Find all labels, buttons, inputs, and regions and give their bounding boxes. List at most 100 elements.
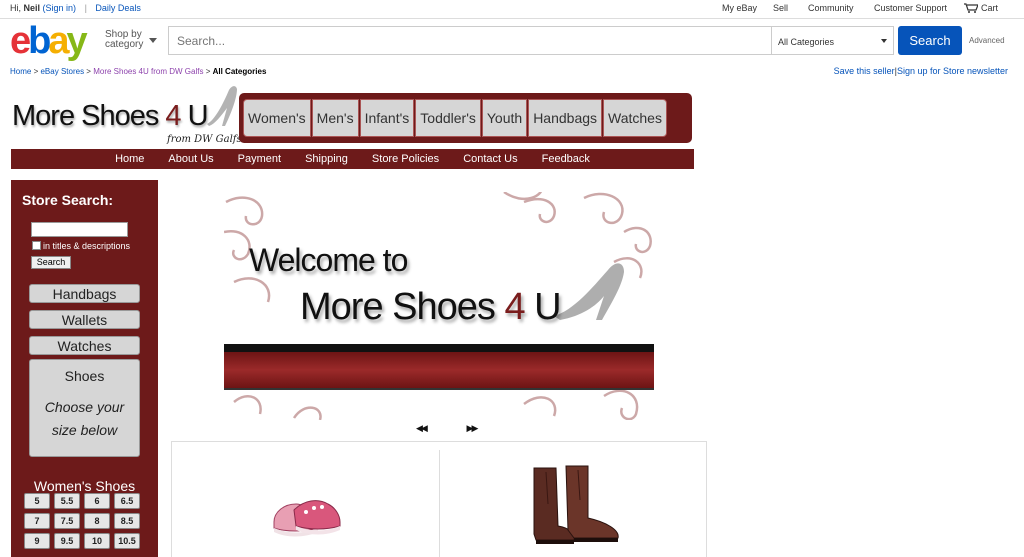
size-button[interactable]: 5.5 [54, 493, 80, 509]
size-button[interactable]: 8 [84, 513, 110, 529]
breadcrumb-store[interactable]: More Shoes 4U from DW Galfs [93, 67, 203, 76]
size-button[interactable]: 6 [84, 493, 110, 509]
titles-descriptions-checkbox[interactable] [32, 241, 41, 250]
titles-descriptions-label: in titles & descriptions [43, 241, 131, 251]
shoes-hint-line1: Choose your [44, 399, 125, 415]
breadcrumb-current: All Categories [212, 67, 267, 76]
cart-label: Cart [981, 3, 999, 13]
shop-by-category-button[interactable]: Shop by category [105, 30, 157, 50]
chevron-down-icon [149, 38, 157, 43]
sidebar-shoes-panel: Shoes Choose your size below [29, 359, 140, 457]
nav-contact-link[interactable]: Contact Us [463, 149, 517, 169]
save-seller-link[interactable]: Save this seller [834, 66, 895, 76]
my-ebay-link[interactable]: My eBay [722, 3, 757, 13]
store-logo[interactable]: More Shoes 4 U [12, 98, 209, 134]
size-button[interactable]: 8.5 [114, 513, 140, 529]
logo-letter-e: e [10, 20, 31, 62]
previous-arrow-icon[interactable]: ◀◀ [416, 423, 428, 433]
search-input[interactable] [169, 27, 771, 54]
nav-payment-link[interactable]: Payment [238, 149, 281, 169]
logo-letter-b: b [28, 20, 51, 62]
size-button[interactable]: 10.5 [114, 533, 140, 549]
newsletter-link[interactable]: Sign up for Store newsletter [897, 66, 1008, 76]
search-button[interactable]: Search [898, 26, 962, 55]
high-heel-icon [207, 86, 237, 126]
store-search-input[interactable] [31, 222, 128, 237]
store-subtitle: from DW Galfs [167, 134, 242, 145]
brown-boots-image[interactable] [526, 464, 626, 544]
sidebar-wallets-button[interactable]: Wallets [29, 310, 140, 329]
nav-feedback-link[interactable]: Feedback [542, 149, 590, 169]
store-sidebar: Store Search: in titles & descriptions S… [11, 180, 158, 557]
store-logo-four: 4 [165, 100, 181, 132]
greeting: Hi, Neil (Sign in) | Daily Deals [10, 3, 141, 13]
welcome-u: U [524, 286, 561, 328]
welcome-line2: More Shoes 4 U [300, 286, 562, 329]
breadcrumb-sep: > [205, 67, 211, 76]
breadcrumb-home[interactable]: Home [10, 67, 31, 76]
size-button[interactable]: 6.5 [114, 493, 140, 509]
user-name: Neil [23, 3, 41, 13]
welcome-store-name: More Shoes [300, 286, 505, 328]
store-logo-text: More Shoes [12, 100, 166, 132]
top-divider [0, 18, 1024, 19]
category-nav: Women's Men's Infant's Toddler's Youth H… [239, 93, 692, 143]
welcome-four: 4 [504, 286, 525, 328]
womens-shoes-title: Women's Shoes [33, 478, 136, 494]
sign-in-link[interactable]: (Sign in) [43, 3, 77, 13]
category-select[interactable]: All Categories [772, 26, 894, 55]
category-youth-button[interactable]: Youth [481, 99, 528, 137]
store-search-button[interactable]: Search [31, 256, 71, 269]
nav-policies-link[interactable]: Store Policies [372, 149, 439, 169]
ebay-logo[interactable]: ebay [10, 20, 88, 62]
carousel-controls: ◀◀ ▶▶ [416, 420, 479, 434]
sell-link[interactable]: Sell [773, 3, 788, 13]
product-grid [171, 441, 707, 557]
category-select-value: All Categories [778, 37, 835, 47]
size-button[interactable]: 9 [24, 533, 50, 549]
size-button[interactable]: 7.5 [54, 513, 80, 529]
separator: | [84, 3, 87, 13]
welcome-banner: Welcome to More Shoes 4 U [224, 192, 654, 420]
customer-support-link[interactable]: Customer Support [874, 3, 947, 13]
advanced-search-link[interactable]: Advanced [969, 36, 1005, 45]
banner-band-bottom [224, 388, 654, 390]
size-button[interactable]: 5 [24, 493, 50, 509]
community-link[interactable]: Community [808, 3, 854, 13]
breadcrumb: Home > eBay Stores > More Shoes 4U from … [10, 67, 266, 76]
category-mens-button[interactable]: Men's [311, 99, 359, 137]
product-divider [439, 450, 440, 557]
store-nav: Home About Us Payment Shipping Store Pol… [11, 149, 694, 169]
sidebar-handbags-button[interactable]: Handbags [29, 284, 140, 303]
top-bar: Hi, Neil (Sign in) | Daily Deals My eBay… [0, 0, 1024, 18]
welcome-line1: Welcome to [249, 242, 408, 278]
store-logo-u: U [180, 100, 209, 132]
category-handbags-button[interactable]: Handbags [528, 99, 603, 137]
nav-home-link[interactable]: Home [115, 149, 144, 169]
breadcrumb-sep: > [86, 67, 91, 76]
category-infants-button[interactable]: Infant's [359, 99, 415, 137]
nav-about-link[interactable]: About Us [168, 149, 213, 169]
shoes-hint: Choose your size below [30, 396, 139, 442]
nav-shipping-link[interactable]: Shipping [305, 149, 348, 169]
daily-deals-link[interactable]: Daily Deals [95, 3, 141, 13]
banner-band-maroon [224, 352, 654, 388]
next-arrow-icon[interactable]: ▶▶ [467, 423, 479, 433]
greeting-prefix: Hi, [10, 3, 24, 13]
size-grid: 5 5.5 6 6.5 7 7.5 8 8.5 9 9.5 10 10.5 [24, 493, 141, 549]
category-womens-button[interactable]: Women's [243, 99, 311, 137]
size-button[interactable]: 7 [24, 513, 50, 529]
cart-link[interactable]: Cart [964, 3, 998, 13]
sidebar-watches-button[interactable]: Watches [29, 336, 140, 355]
size-button[interactable]: 9.5 [54, 533, 80, 549]
category-toddlers-button[interactable]: Toddler's [415, 99, 481, 137]
banner-band-top [224, 344, 654, 352]
breadcrumb-ebay-stores[interactable]: eBay Stores [40, 67, 84, 76]
logo-letter-y: y [66, 20, 88, 62]
size-button[interactable]: 10 [84, 533, 110, 549]
category-watches-button[interactable]: Watches [603, 99, 667, 137]
logo-letter-a: a [48, 20, 69, 62]
pink-sneakers-image[interactable] [270, 482, 344, 540]
breadcrumb-sep: > [33, 67, 39, 76]
shoes-title: Shoes [64, 368, 105, 384]
